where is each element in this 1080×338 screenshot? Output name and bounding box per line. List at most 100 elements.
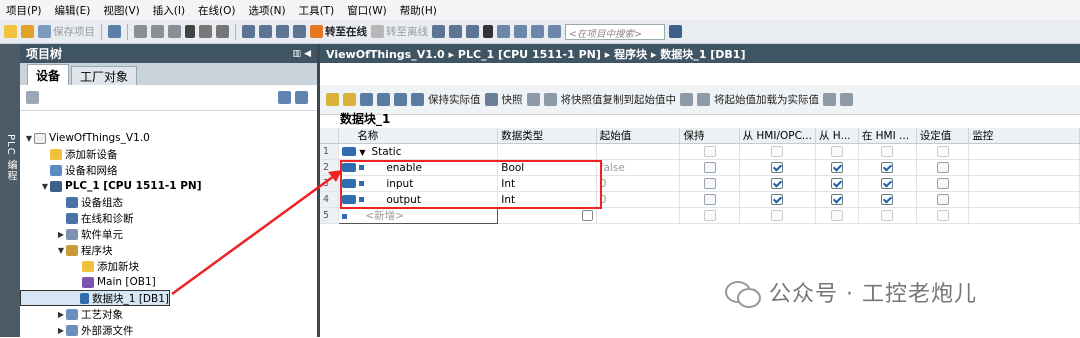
- table-row[interactable]: 1 ▼ Static: [320, 143, 1080, 160]
- plc-programming-label[interactable]: PLC 编程: [3, 134, 18, 182]
- start-value-cell[interactable]: false: [596, 159, 681, 176]
- list-icon[interactable]: [394, 93, 407, 106]
- data-type-cell[interactable]: [497, 207, 597, 224]
- tree-item[interactable]: ▶ 工艺对象: [20, 306, 317, 322]
- column-header[interactable]: 从 H...: [815, 128, 859, 144]
- retain-checkbox[interactable]: [703, 178, 716, 189]
- tree-item[interactable]: Main [OB1]: [20, 274, 317, 290]
- tree-add-icon[interactable]: [295, 91, 308, 104]
- setpoint-checkbox[interactable]: [936, 162, 949, 173]
- window-icon[interactable]: [531, 25, 544, 38]
- hmi1-checkbox[interactable]: [771, 178, 784, 189]
- start-value-cell[interactable]: 0: [596, 191, 681, 208]
- add-row-icon[interactable]: [343, 93, 356, 106]
- start-cpu-icon[interactable]: [449, 25, 462, 38]
- stop-cpu-icon[interactable]: [466, 25, 479, 38]
- add-new-placeholder[interactable]: <新增>: [351, 210, 404, 222]
- cut-icon[interactable]: [134, 25, 147, 38]
- hmi3-checkbox[interactable]: [881, 194, 894, 205]
- copy-snapshot-to-start-button[interactable]: 将快照值复制到起始值中: [561, 92, 677, 107]
- expand-arrow-icon[interactable]: ▼: [359, 148, 365, 157]
- hmi1-checkbox[interactable]: [771, 162, 784, 173]
- column-header[interactable]: 起始值: [596, 128, 681, 144]
- hmi2-checkbox[interactable]: [830, 178, 843, 189]
- menu-item[interactable]: 窗口(W): [347, 3, 387, 18]
- simulation-icon[interactable]: [293, 25, 306, 38]
- tab-plant-objects[interactable]: 工厂对象: [71, 66, 138, 85]
- maximize-icon[interactable]: [548, 25, 561, 38]
- setpoint-checkbox[interactable]: [936, 178, 949, 189]
- retain-checkbox[interactable]: [703, 146, 716, 157]
- hmi1-checkbox[interactable]: [771, 194, 784, 205]
- setpoint-checkbox[interactable]: [936, 194, 949, 205]
- column-header[interactable]: 从 HMI/OPC...: [739, 128, 816, 144]
- data-type-cell[interactable]: [497, 143, 597, 160]
- column-header[interactable]: 在 HMI ...: [858, 128, 917, 144]
- accessible-devices-icon[interactable]: [432, 25, 445, 38]
- hmi1-checkbox[interactable]: [771, 210, 784, 221]
- start-value-cell[interactable]: [596, 143, 681, 160]
- retain-checkbox[interactable]: [703, 210, 716, 221]
- hmi1-checkbox[interactable]: [771, 146, 784, 157]
- column-header[interactable]: 保持: [679, 128, 740, 144]
- menu-item[interactable]: 插入(I): [153, 3, 185, 18]
- download-icon[interactable]: [259, 25, 272, 38]
- hmi3-checkbox[interactable]: [881, 210, 894, 221]
- menu-item[interactable]: 视图(V): [103, 3, 139, 18]
- setpoint-checkbox[interactable]: [936, 210, 949, 221]
- expand-icon[interactable]: [360, 93, 373, 106]
- tree-item[interactable]: 数据块_1 [DB1]: [20, 290, 170, 306]
- tree-item[interactable]: 设备和网络: [20, 162, 317, 178]
- start-value-cell[interactable]: 0: [596, 175, 681, 192]
- table-row[interactable]: 5 <新增>: [320, 207, 1080, 224]
- tree-item[interactable]: 在线和诊断: [20, 210, 317, 226]
- hmi3-checkbox[interactable]: [881, 146, 894, 157]
- search-icon[interactable]: [669, 25, 682, 38]
- copy-icon[interactable]: [151, 25, 164, 38]
- hmi3-checkbox[interactable]: [881, 162, 894, 173]
- name-cell[interactable]: ▼ Static: [338, 143, 499, 160]
- column-header[interactable]: 监控: [968, 128, 1080, 144]
- go-online-button[interactable]: 转至在线: [310, 24, 367, 39]
- retain-checkbox[interactable]: [703, 162, 716, 173]
- start-value-cell[interactable]: [596, 207, 681, 224]
- tree-item[interactable]: 添加新块: [20, 258, 317, 274]
- hmi2-checkbox[interactable]: [830, 162, 843, 173]
- snapshot-icon[interactable]: [484, 93, 498, 106]
- retain-checkbox[interactable]: [703, 194, 716, 205]
- expand-arrow-icon[interactable]: ▶: [56, 310, 66, 319]
- hmi2-checkbox[interactable]: [830, 146, 843, 157]
- new-project-icon[interactable]: [4, 25, 17, 38]
- tree-item[interactable]: ▶ 软件单元: [20, 226, 317, 242]
- menu-item[interactable]: 选项(N): [249, 3, 286, 18]
- search-input[interactable]: <在项目中搜索>: [565, 23, 665, 40]
- copy-snapshot-icon-2[interactable]: [543, 93, 557, 106]
- expand-arrow-icon[interactable]: ▶: [56, 326, 66, 335]
- load-icon-2[interactable]: [697, 93, 710, 106]
- copy-snapshot-icon[interactable]: [526, 93, 540, 106]
- collapse-panel-icon[interactable]: ▥ ◀: [292, 49, 311, 59]
- tab-devices[interactable]: 设备: [27, 64, 70, 85]
- tree-item[interactable]: ▶ 外部源文件: [20, 322, 317, 338]
- type-picker-icon[interactable]: [581, 210, 593, 221]
- menu-item[interactable]: 在线(O): [198, 3, 235, 18]
- load-icon-4[interactable]: [840, 93, 853, 106]
- column-header[interactable]: 名称: [338, 128, 499, 144]
- upload-icon[interactable]: [276, 25, 289, 38]
- print-icon[interactable]: [108, 25, 121, 38]
- tree-item[interactable]: ▼ ViewOfThings_V1.0: [20, 130, 317, 146]
- snapshot-button[interactable]: 快照: [502, 92, 523, 107]
- details-view-icon[interactable]: [278, 91, 291, 104]
- hmi2-checkbox[interactable]: [830, 194, 843, 205]
- delete-icon[interactable]: [185, 25, 195, 38]
- expand-arrow-icon[interactable]: ▶: [56, 230, 66, 239]
- compile-icon[interactable]: [242, 25, 255, 38]
- menu-item[interactable]: 帮助(H): [400, 3, 437, 18]
- close-icon[interactable]: [483, 25, 493, 38]
- setpoint-checkbox[interactable]: [936, 146, 949, 157]
- column-header[interactable]: 数据类型: [497, 128, 597, 144]
- keep-actual-values-button[interactable]: 保持实际值: [428, 92, 481, 107]
- collapse-icon[interactable]: [377, 93, 390, 106]
- tree-item[interactable]: ▼ PLC_1 [CPU 1511-1 PN]: [20, 178, 317, 194]
- save-project-button[interactable]: 保存项目: [38, 24, 95, 39]
